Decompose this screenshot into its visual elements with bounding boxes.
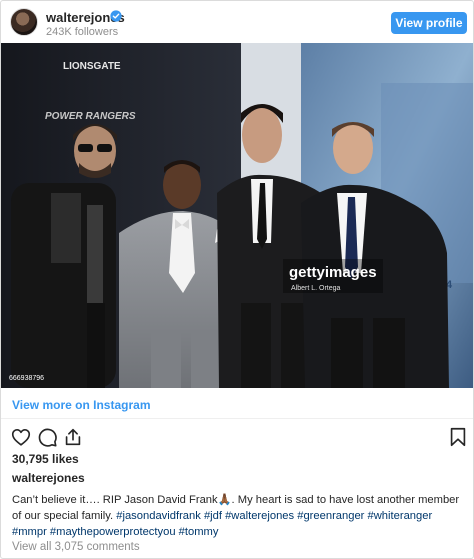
view-more-link[interactable]: View more on Instagram	[12, 398, 151, 412]
backdrop-title-text: POWER RANGERS	[45, 111, 136, 122]
like-count[interactable]: 30,795 likes	[12, 452, 79, 466]
heart-icon[interactable]	[10, 426, 32, 448]
post-photo[interactable]: LIONSGATE POWER RANGERS CH 24	[1, 43, 473, 388]
caption-username[interactable]: walterejones	[12, 471, 85, 485]
divider	[1, 418, 473, 419]
post-header: walterejones 243K followers View profile	[1, 1, 473, 43]
share-icon[interactable]	[62, 426, 84, 448]
post-caption: Can’t believe it…. RIP Jason David Frank…	[12, 492, 467, 540]
action-bar	[1, 426, 473, 450]
backdrop-logo-text: LIONSGATE	[63, 61, 121, 72]
photo-image-id: 666938796	[9, 375, 44, 382]
photo-credit: Albert L. Ortega	[291, 285, 341, 292]
comment-icon[interactable]	[36, 426, 58, 448]
photo-watermark: gettyimages	[289, 264, 377, 281]
view-comments-link[interactable]: View all 3,075 comments	[12, 541, 140, 553]
bookmark-icon[interactable]	[447, 426, 469, 448]
instagram-embed: walterejones 243K followers View profile	[0, 0, 474, 559]
view-profile-button[interactable]: View profile	[391, 12, 467, 34]
photo-illustration: LIONSGATE POWER RANGERS CH 24	[1, 43, 473, 388]
follower-count: 243K followers	[46, 26, 119, 38]
avatar[interactable]	[10, 8, 38, 36]
verified-badge-icon	[110, 10, 122, 22]
